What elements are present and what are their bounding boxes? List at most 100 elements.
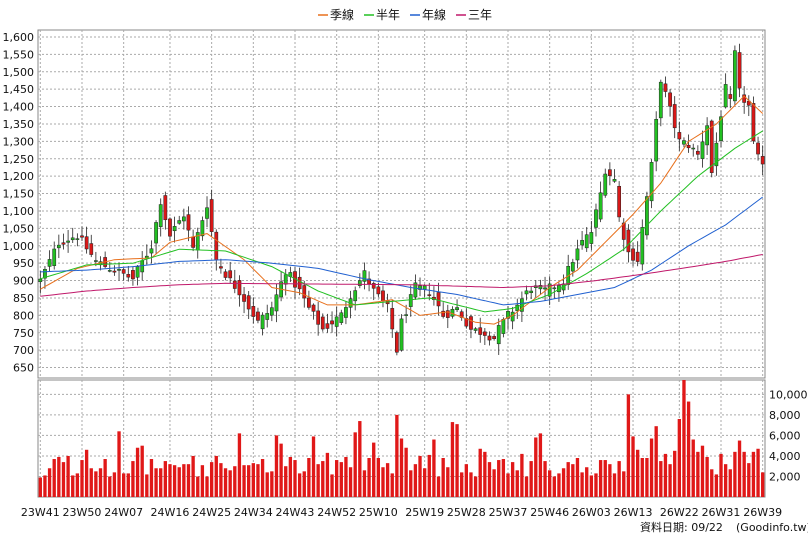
volume-bar [316,464,320,497]
volume-bar [659,461,663,497]
volume-bar [668,464,672,497]
volume-bar [696,451,700,497]
volume-bar [432,439,436,497]
volume-bar [603,460,607,497]
volume-bar [209,462,214,497]
volume-bar [121,473,126,497]
price-tick-label: 800 [13,309,34,322]
volume-tick-label: 4,000 [769,450,801,463]
volume-bar [163,461,168,497]
legend-label-2: 年線 [422,7,446,22]
volume-bar [469,472,473,497]
price-tick-label: 1,150 [3,188,35,201]
volume-bar [205,476,209,497]
volume-bar [751,451,756,497]
volume-bar [84,449,89,497]
volume-bar [548,470,552,497]
volume-bar [399,438,404,497]
volume-bar [154,468,158,497]
volume-bar [47,468,52,497]
volume-bar [367,458,371,497]
volume-bar [473,476,478,497]
volume-bar [61,462,66,497]
volume-bar [631,436,635,497]
price-tick-label: 1,550 [3,48,35,61]
volume-bar [353,432,357,497]
volume-bar [478,448,482,497]
volume-bar [233,466,237,497]
volume-bar [529,461,533,497]
volume-bar [723,464,728,497]
volume-bar [686,401,691,497]
x-tick-label: 24W34 [234,506,273,519]
x-tick-label: 24W43 [276,506,315,519]
volume-bar [172,465,177,497]
volume-bar [103,459,107,497]
volume-bar [464,464,468,497]
volume-bar [385,463,390,497]
volume-bar [242,465,246,497]
price-tick-label: 750 [13,327,34,340]
price-tick-label: 1,450 [3,83,35,96]
volume-bar [71,475,75,497]
candle [617,181,622,222]
volume-bar [534,437,538,497]
volume-bar [510,462,515,497]
volume-bar [645,458,649,497]
volume-bar [460,472,464,497]
volume-bar [673,450,677,497]
volume-bar [497,460,501,497]
legend-label-1: 半年 [376,8,400,22]
volume-bar [492,469,496,497]
volume-bar [571,464,575,497]
price-tick-label: 850 [13,292,34,305]
price-tick-label: 900 [13,275,34,288]
volume-bar [566,462,570,497]
volume-bar [131,461,135,497]
volume-bar [705,456,709,497]
volume-bar [149,459,154,497]
volume-bar [640,458,644,497]
volume-bar [538,433,543,497]
volume-bar [219,463,223,497]
volume-bar [585,467,589,497]
x-tick-label: 23W50 [63,506,102,519]
volume-bar [719,453,723,497]
volume-bar [362,470,367,497]
volume-bar [94,471,98,497]
volume-bar [390,473,394,497]
candle [399,314,404,352]
volume-bar [43,475,47,497]
volume-bar [487,462,492,497]
price-tick-label: 1,500 [3,66,35,79]
volume-bar [251,463,255,497]
x-tick-label: 24W07 [104,506,143,519]
volume-bar [335,460,339,497]
volume-bar [330,474,334,497]
candle [649,159,654,209]
volume-bar [112,472,117,497]
x-tick-label: 25W37 [489,506,528,519]
volume-bar [376,458,381,497]
volume-bar [395,414,399,497]
price-tick-label: 1,100 [3,205,35,218]
volume-bar [186,464,191,497]
volume-bar [700,445,705,497]
volume-bar [274,435,279,497]
volume-bar [339,462,343,497]
volume-bar [256,464,260,497]
volume-bar [126,473,130,497]
volume-bar [733,451,737,497]
volume-bar [168,464,172,497]
volume-bar [196,476,200,497]
price-tick-label: 1,050 [3,222,35,235]
volume-bar [57,456,61,497]
volume-bar [455,424,459,497]
volume-bar [200,465,205,497]
source-label: (Goodinfo.tw) [736,521,808,534]
volume-bar [182,464,186,497]
volume-bar [756,448,760,497]
x-tick-label: 23W41 [21,506,60,519]
data-date-label: 資料日期: 09/22 [640,520,723,534]
volume-bar [575,458,580,497]
